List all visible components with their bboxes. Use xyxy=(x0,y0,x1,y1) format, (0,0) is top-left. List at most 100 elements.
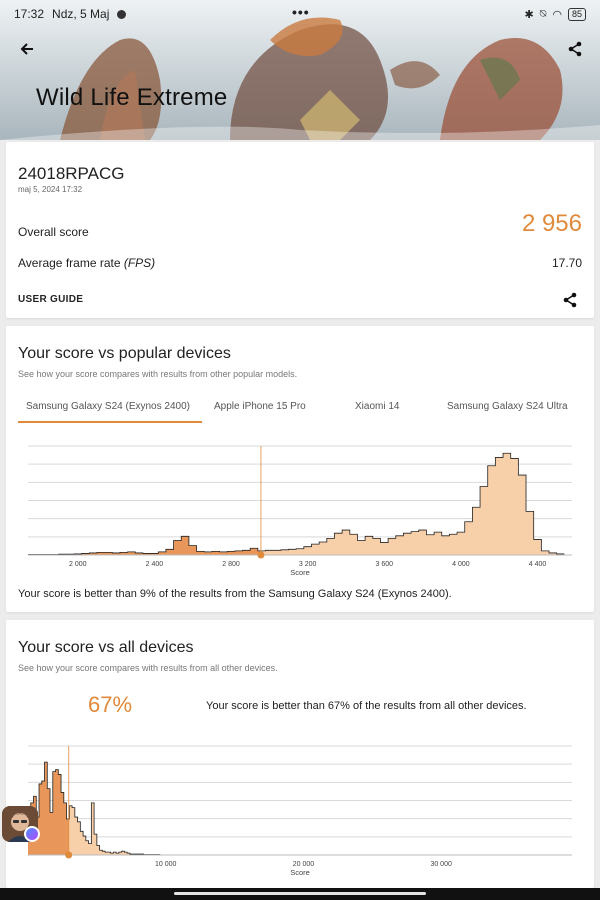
histogram-bin xyxy=(91,803,94,855)
histogram-bin xyxy=(511,458,519,555)
histogram-bin xyxy=(58,774,61,855)
histogram-bin xyxy=(534,539,542,555)
your-score-marker xyxy=(65,851,73,859)
popular-subtitle: See how your score compares with results… xyxy=(18,369,298,379)
percentile-value: 67% xyxy=(88,692,133,717)
x-axis-label: Score xyxy=(290,868,310,877)
histogram-bin xyxy=(327,538,335,555)
share-button-header[interactable] xyxy=(562,36,588,62)
histogram-bin xyxy=(357,540,365,555)
fps-unit: (FPS) xyxy=(123,256,156,270)
x-tick-label: 20 000 xyxy=(293,861,315,868)
histogram-bin xyxy=(296,549,304,555)
result-card: 24018RPACG maj 5, 2024 17:32 Overall sco… xyxy=(6,142,594,318)
user-guide-link[interactable]: USER GUIDE xyxy=(18,294,83,305)
histogram-bin xyxy=(50,812,53,855)
share-icon xyxy=(568,41,582,57)
histogram-bin xyxy=(518,475,526,555)
histogram-bin xyxy=(334,533,342,555)
device-tabs: Samsung Galaxy S24 (Exynos 2400) Apple i… xyxy=(18,395,586,423)
popular-caption: Your score is better than 9% of the resu… xyxy=(18,588,452,600)
histogram-bin xyxy=(373,538,381,555)
histogram-bin xyxy=(365,536,373,555)
histogram-bin xyxy=(266,550,274,555)
overall-score-label: Overall score xyxy=(18,225,89,239)
histogram-bin xyxy=(434,532,442,555)
histogram-bin xyxy=(69,806,72,855)
tab-samsung-galaxy-s24-ultra[interactable]: Samsung Galaxy S24 Ultra xyxy=(447,401,568,412)
more-dots-icon: ••• xyxy=(292,4,310,20)
histogram-bin xyxy=(212,551,220,555)
histogram-bin xyxy=(289,549,297,555)
all-devices-title: Your score vs all devices xyxy=(18,639,194,656)
share-icon xyxy=(563,292,577,308)
histogram-bin xyxy=(426,535,434,555)
histogram-bin xyxy=(181,536,189,555)
histogram-bin xyxy=(281,550,289,555)
active-tab-indicator xyxy=(18,421,202,423)
share-button[interactable] xyxy=(560,290,580,310)
histogram-bin xyxy=(396,536,404,555)
fps-label: Average frame rate (FPS) xyxy=(18,256,155,270)
all-devices-subtitle: See how your score compares with results… xyxy=(18,663,278,673)
histogram-bin xyxy=(42,781,45,855)
histogram-bin xyxy=(166,549,174,555)
histogram-bin xyxy=(197,551,205,555)
mute-icon: ⍉ xyxy=(539,7,547,20)
histogram-bin xyxy=(411,532,419,555)
histogram-bin xyxy=(45,762,48,855)
histogram-bin xyxy=(388,538,396,555)
histogram-bin xyxy=(495,457,503,555)
tab-apple-iphone-15-pro[interactable]: Apple iPhone 15 Pro xyxy=(214,401,306,412)
histogram-bin xyxy=(442,536,450,555)
bluetooth-icon: ✱ xyxy=(524,8,534,21)
device-name: 24018RPACG xyxy=(18,164,125,183)
histogram-bin xyxy=(97,846,100,855)
popular-devices-card: Your score vs popular devices See how yo… xyxy=(6,326,594,612)
histogram-bin xyxy=(465,522,473,555)
status-time: 17:32 xyxy=(14,7,45,21)
histogram-bin xyxy=(526,511,534,555)
x-tick-label: 4 000 xyxy=(452,561,470,568)
overall-score-value: 2 956 xyxy=(521,210,582,237)
status-bar: 17:32 Ndz, 5 Maj ••• ✱ ⍉ ◠ 85 xyxy=(0,0,600,28)
histogram-bin xyxy=(122,851,125,855)
histogram-bin xyxy=(488,466,496,555)
histogram-bin xyxy=(47,789,50,855)
back-button[interactable] xyxy=(14,36,40,62)
histogram-bin xyxy=(56,770,59,855)
histogram-bin xyxy=(83,836,86,855)
wifi-icon: ◠ xyxy=(552,8,562,21)
histogram-bin xyxy=(61,792,64,855)
popular-devices-histogram: 2 000 2 400 2 800 3 200 3 600 4 000 4 400 Score xyxy=(28,445,572,577)
histogram-bin xyxy=(243,550,251,555)
histogram-bin xyxy=(503,453,511,555)
histogram-bin xyxy=(342,530,350,555)
histogram-bin xyxy=(319,542,327,555)
tab-samsung-galaxy-s24[interactable]: Samsung Galaxy S24 (Exynos 2400) xyxy=(26,401,190,412)
result-date: maj 5, 2024 17:32 xyxy=(18,185,83,194)
x-tick-label: 2 000 xyxy=(69,561,87,568)
home-gesture-handle[interactable] xyxy=(174,892,426,895)
all-devices-histogram: 10 000 20 000 30 000 Score xyxy=(28,745,572,877)
your-score-marker xyxy=(257,551,265,559)
histogram-bin xyxy=(311,544,319,555)
histogram-bin xyxy=(75,817,78,855)
histogram-bin xyxy=(53,772,56,855)
x-tick-label: 30 000 xyxy=(430,861,452,868)
x-tick-label: 4 400 xyxy=(529,561,547,568)
histogram-bin xyxy=(235,551,243,555)
fps-label-text: Average frame rate xyxy=(18,256,121,270)
histogram-bin xyxy=(250,548,258,555)
page-title: Wild Life Extreme xyxy=(36,84,228,111)
histogram-bin xyxy=(189,546,197,555)
all-devices-card: Your score vs all devices See how your s… xyxy=(6,620,594,888)
histogram-bin xyxy=(380,543,388,555)
x-tick-label: 2 800 xyxy=(222,561,240,568)
histogram-bin xyxy=(78,822,81,855)
histogram-bin xyxy=(102,851,105,855)
tab-xiaomi-14[interactable]: Xiaomi 14 xyxy=(355,401,399,412)
popular-title: Your score vs popular devices xyxy=(18,345,231,362)
histogram-bin xyxy=(89,844,92,855)
histogram-bin xyxy=(304,547,312,555)
